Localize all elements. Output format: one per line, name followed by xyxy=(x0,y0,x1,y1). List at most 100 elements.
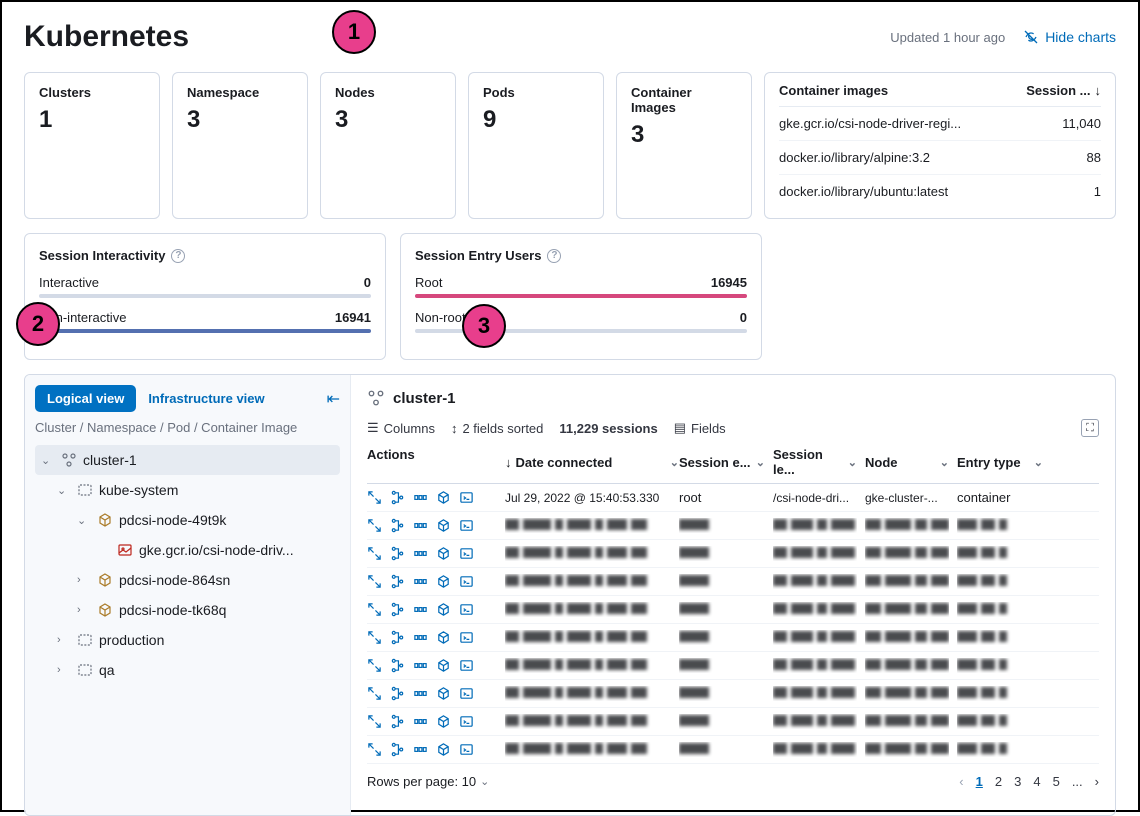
tree-namespace-qa[interactable]: › qa xyxy=(35,655,340,685)
terminal-icon[interactable] xyxy=(459,490,474,505)
tree-icon[interactable] xyxy=(390,490,405,505)
stat-namespace[interactable]: Namespace 3 xyxy=(172,72,308,219)
stat-nodes[interactable]: Nodes 3 xyxy=(320,72,456,219)
table-row[interactable] xyxy=(367,596,1099,624)
tree-icon[interactable] xyxy=(390,658,405,673)
stat-pods[interactable]: Pods 9 xyxy=(468,72,604,219)
terminal-icon[interactable] xyxy=(459,518,474,533)
expand-icon[interactable] xyxy=(367,742,382,757)
collapse-panel-icon[interactable]: ⇤ xyxy=(327,389,340,409)
table-row[interactable] xyxy=(367,680,1099,708)
tree-icon[interactable] xyxy=(390,518,405,533)
sessions-icon[interactable] xyxy=(413,574,428,589)
tree-icon[interactable] xyxy=(390,602,405,617)
cube-icon[interactable] xyxy=(436,658,451,673)
page-4[interactable]: 4 xyxy=(1033,774,1040,789)
tree-namespace-production[interactable]: › production xyxy=(35,625,340,655)
images-col-name[interactable]: Container images xyxy=(779,83,888,98)
images-col-sessions[interactable]: Session ...↓ xyxy=(1026,83,1101,98)
expand-icon[interactable] xyxy=(367,546,382,561)
help-icon[interactable]: ? xyxy=(171,249,185,263)
tree-icon[interactable] xyxy=(390,574,405,589)
tree-icon[interactable] xyxy=(390,686,405,701)
tree-container-image[interactable]: gke.gcr.io/csi-node-driv... xyxy=(35,535,340,565)
tree-icon[interactable] xyxy=(390,546,405,561)
th-entry-type[interactable]: Entry type⌄ xyxy=(957,447,1051,477)
expand-icon[interactable] xyxy=(367,630,382,645)
bar-noninteractive[interactable]: Non-interactive16941 xyxy=(39,310,371,333)
table-row[interactable]: Jul 29, 2022 @ 15:40:53.330 root /csi-no… xyxy=(367,484,1099,512)
cube-icon[interactable] xyxy=(436,602,451,617)
help-icon[interactable]: ? xyxy=(547,249,561,263)
expand-icon[interactable] xyxy=(367,490,382,505)
sort-info[interactable]: ↕2 fields sorted xyxy=(451,421,543,436)
table-row[interactable] xyxy=(367,512,1099,540)
terminal-icon[interactable] xyxy=(459,686,474,701)
fullscreen-icon[interactable]: ⛶ xyxy=(1081,419,1099,437)
images-row[interactable]: docker.io/library/alpine:3.288 xyxy=(779,141,1101,175)
table-row[interactable] xyxy=(367,540,1099,568)
expand-icon[interactable] xyxy=(367,602,382,617)
tree-pod-tk68q[interactable]: › pdcsi-node-tk68q xyxy=(35,595,340,625)
cube-icon[interactable] xyxy=(436,686,451,701)
th-date[interactable]: ↓Date connected⌄ xyxy=(505,447,679,477)
cube-icon[interactable] xyxy=(436,574,451,589)
images-row[interactable]: docker.io/library/ubuntu:latest1 xyxy=(779,175,1101,208)
expand-icon[interactable] xyxy=(367,518,382,533)
tree-icon[interactable] xyxy=(390,742,405,757)
terminal-icon[interactable] xyxy=(459,658,474,673)
table-row[interactable] xyxy=(367,624,1099,652)
prev-page-button[interactable]: ‹ xyxy=(959,774,963,789)
sessions-icon[interactable] xyxy=(413,602,428,617)
tree-namespace-kube-system[interactable]: ⌄ kube-system xyxy=(35,475,340,505)
page-2[interactable]: 2 xyxy=(995,774,1002,789)
sessions-icon[interactable] xyxy=(413,518,428,533)
cube-icon[interactable] xyxy=(436,630,451,645)
page-1[interactable]: 1 xyxy=(976,774,983,789)
cube-icon[interactable] xyxy=(436,490,451,505)
sessions-icon[interactable] xyxy=(413,630,428,645)
expand-icon[interactable] xyxy=(367,714,382,729)
columns-button[interactable]: ☰Columns xyxy=(367,420,435,436)
page-more[interactable]: ... xyxy=(1072,774,1083,789)
sessions-icon[interactable] xyxy=(413,742,428,757)
page-3[interactable]: 3 xyxy=(1014,774,1021,789)
table-row[interactable] xyxy=(367,736,1099,764)
images-row[interactable]: gke.gcr.io/csi-node-driver-regi...11,040 xyxy=(779,107,1101,141)
table-row[interactable] xyxy=(367,652,1099,680)
expand-icon[interactable] xyxy=(367,686,382,701)
cube-icon[interactable] xyxy=(436,714,451,729)
cube-icon[interactable] xyxy=(436,518,451,533)
page-5[interactable]: 5 xyxy=(1053,774,1060,789)
terminal-icon[interactable] xyxy=(459,602,474,617)
tree-icon[interactable] xyxy=(390,630,405,645)
stat-container-images[interactable]: Container Images 3 xyxy=(616,72,752,219)
th-session-leader[interactable]: Session le...⌄ xyxy=(773,447,865,477)
tree-cluster-1[interactable]: ⌄ cluster-1 xyxy=(35,445,340,475)
terminal-icon[interactable] xyxy=(459,714,474,729)
th-node[interactable]: Node⌄ xyxy=(865,447,957,477)
bar-root[interactable]: Root16945 xyxy=(415,275,747,298)
terminal-icon[interactable] xyxy=(459,630,474,645)
table-row[interactable] xyxy=(367,708,1099,736)
tree-pod-864sn[interactable]: › pdcsi-node-864sn xyxy=(35,565,340,595)
hide-charts-button[interactable]: Hide charts xyxy=(1023,29,1116,45)
sessions-icon[interactable] xyxy=(413,714,428,729)
bar-interactive[interactable]: Interactive0 xyxy=(39,275,371,298)
sessions-icon[interactable] xyxy=(413,490,428,505)
terminal-icon[interactable] xyxy=(459,574,474,589)
stat-clusters[interactable]: Clusters 1 xyxy=(24,72,160,219)
tree-icon[interactable] xyxy=(390,714,405,729)
terminal-icon[interactable] xyxy=(459,546,474,561)
tree-pod-49t9k[interactable]: ⌄ pdcsi-node-49t9k xyxy=(35,505,340,535)
sessions-icon[interactable] xyxy=(413,658,428,673)
rows-per-page[interactable]: Rows per page: 10 ⌄ xyxy=(367,774,489,789)
cube-icon[interactable] xyxy=(436,742,451,757)
expand-icon[interactable] xyxy=(367,574,382,589)
sessions-icon[interactable] xyxy=(413,546,428,561)
th-session-entry[interactable]: Session e...⌄ xyxy=(679,447,773,477)
next-page-button[interactable]: › xyxy=(1095,774,1099,789)
sessions-icon[interactable] xyxy=(413,686,428,701)
fields-button[interactable]: ▤Fields xyxy=(674,420,726,436)
infrastructure-view-button[interactable]: Infrastructure view xyxy=(136,385,276,412)
